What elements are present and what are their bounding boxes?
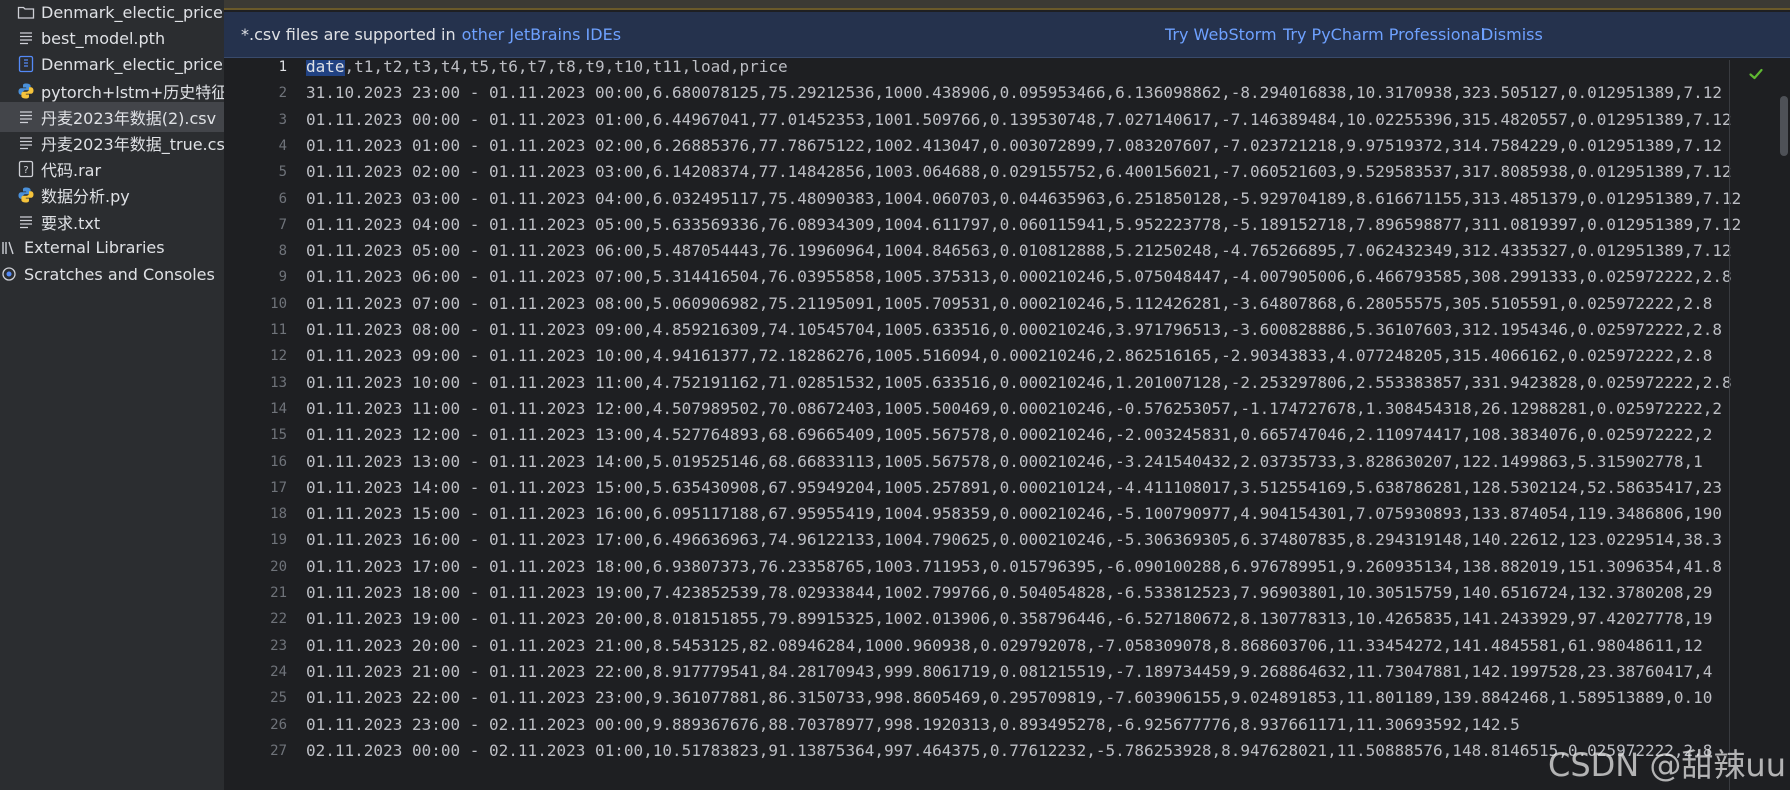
tree-item-label: 丹麦2023年数据_true.csv	[41, 135, 224, 154]
code-view[interactable]: date,t1,t2,t3,t4,t5,t6,t7,t8,t9,t10,t11,…	[306, 60, 1776, 790]
try-pycharm-link[interactable]: Try PyCharm Professional	[1283, 25, 1485, 44]
scratches-icon	[0, 265, 18, 283]
tree-item-label: Scratches and Consoles	[24, 264, 215, 284]
code-line[interactable]: 02.11.2023 00:00 - 02.11.2023 01:00,10.5…	[306, 736, 1712, 766]
tree-item[interactable]: Scratches and Consoles	[0, 259, 224, 289]
text-file-icon	[17, 108, 35, 126]
line-number-gutter: 1 2 3 4 5 6 7 8 9 10 11 12 13 14 15 16 17 18 19 20 21 22 23 24 2…	[224, 59, 300, 790]
svg-text:?: ?	[23, 165, 28, 176]
other-ides-link[interactable]: other JetBrains IDEs	[462, 25, 621, 44]
tree-item-label: 代码.rar	[41, 161, 102, 181]
library-icon	[0, 239, 18, 257]
right-margin-guide	[1729, 60, 1730, 790]
text-file-icon	[17, 134, 35, 152]
inspection-ok-icon[interactable]	[1746, 64, 1766, 84]
text-file-icon	[17, 213, 35, 231]
tree-item-label: 要求.txt	[41, 213, 101, 233]
vertical-scrollbar[interactable]	[1780, 96, 1788, 156]
banner-text: *.csv files are supported in	[241, 25, 456, 44]
python-file-icon	[17, 186, 35, 204]
unknown-file-icon: ?	[17, 160, 35, 178]
text-file-icon	[17, 29, 35, 47]
tree-item-label: External Libraries	[24, 238, 165, 258]
watermark: CSDN @甜辣uu	[1548, 746, 1786, 784]
tree-item-label: Denmark_electic_price.z	[41, 2, 224, 22]
tree-item-label: Denmark_electic_price.z	[41, 54, 224, 74]
try-webstorm-link[interactable]: Try WebStorm	[1165, 25, 1277, 44]
dismiss-button[interactable]: Dismiss	[1481, 25, 1543, 44]
tree-item-label: best_model.pth	[41, 28, 166, 48]
ide-support-banner: *.csv files are supported in other JetBr…	[224, 12, 1790, 58]
editor-area: *.csv files are supported in other JetBr…	[224, 0, 1790, 790]
selected-word: date	[306, 60, 345, 76]
folder-icon	[17, 3, 35, 21]
tree-item-label: pytorch+lstm+历史特征	[41, 82, 224, 102]
tree-item-label: 丹麦2023年数据(2).csv	[41, 108, 217, 128]
archive-file-icon	[17, 55, 35, 73]
line-number: 27	[270, 742, 287, 759]
python-file-icon	[17, 82, 35, 100]
editor-tab-strip	[224, 0, 1790, 10]
project-tree: Denmark_electic_price.z best_model.pth Den…	[0, 0, 224, 790]
tree-item-label: 数据分析.py	[41, 187, 130, 207]
